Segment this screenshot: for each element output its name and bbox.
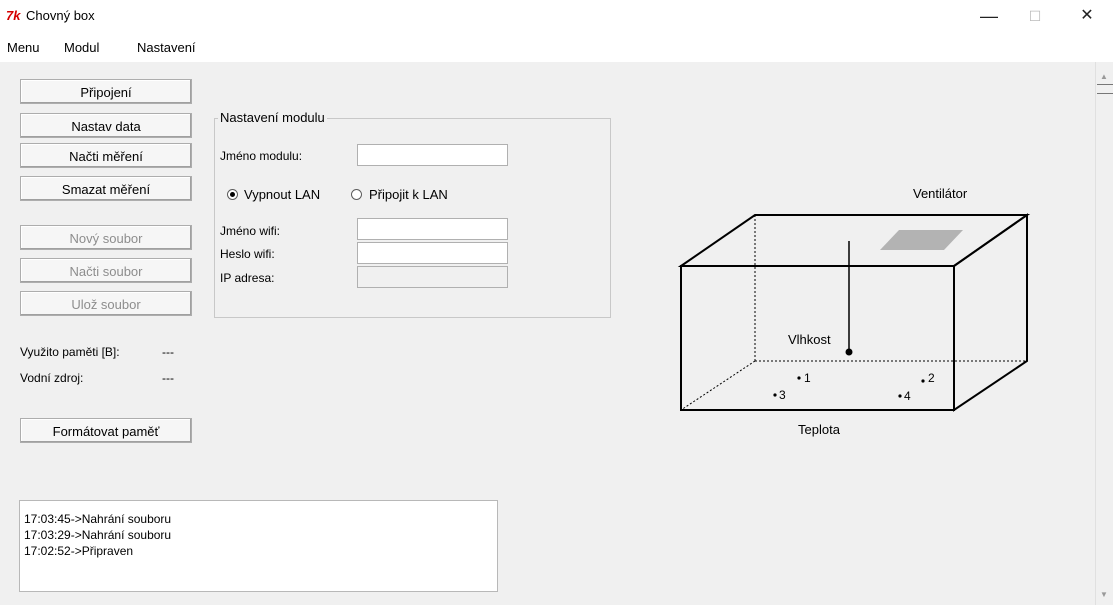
connect-button[interactable]: Připojení xyxy=(20,79,192,104)
water-source-label: Vodní zdroj: xyxy=(20,371,84,385)
scroll-down-icon[interactable]: ▼ xyxy=(1100,590,1108,599)
sensor-label-2: 2 xyxy=(928,371,935,385)
log-textbox[interactable]: 17:03:45->Nahrání souboru 17:03:29->Nahr… xyxy=(19,500,498,592)
humidity-label: Vlhkost xyxy=(788,332,831,347)
box-top-face xyxy=(677,214,1031,267)
fan-label: Ventilátor xyxy=(913,186,968,201)
box-right-face xyxy=(953,213,1028,412)
water-source-value: --- xyxy=(162,371,174,385)
new-file-button[interactable]: Nový soubor xyxy=(20,225,192,250)
log-line: 17:03:29->Nahrání souboru xyxy=(24,528,172,542)
delete-measurement-button[interactable]: Smazat měření xyxy=(20,176,192,201)
sensor-dot-4 xyxy=(898,394,902,398)
module-settings-title: Nastavení modulu xyxy=(218,110,327,125)
close-button[interactable]: ✕ xyxy=(1064,0,1110,32)
wifi-password-label: Heslo wifi: xyxy=(220,247,275,261)
load-file-button[interactable]: Načti soubor xyxy=(20,258,192,283)
load-measurement-button[interactable]: Načti měření xyxy=(20,143,192,168)
ip-address-field xyxy=(357,266,508,288)
radio-disable-lan-label: Vypnout LAN xyxy=(244,187,321,202)
fan-plate xyxy=(880,230,963,250)
box-diagram: 1 2 3 4 Ventilátor Vlhkost Teplota xyxy=(677,186,1031,437)
ip-address-label: IP adresa: xyxy=(220,271,275,285)
maximize-button[interactable]: ☐ xyxy=(1012,0,1058,32)
radio-disable-lan[interactable] xyxy=(227,189,238,200)
menu-nastaveni[interactable]: Nastavení xyxy=(137,40,196,55)
temperature-label: Teplota xyxy=(798,422,841,437)
scroll-up-icon[interactable]: ▲ xyxy=(1100,72,1108,81)
sensor-dot-3 xyxy=(773,393,777,397)
title-bar xyxy=(0,0,1113,32)
memory-label: Využito paměti [B]: xyxy=(20,345,120,359)
sensor-label-4: 4 xyxy=(904,389,911,403)
menu-menu[interactable]: Menu xyxy=(7,40,40,55)
wifi-name-input[interactable] xyxy=(357,218,508,240)
module-name-label: Jméno modulu: xyxy=(220,149,303,163)
radio-connect-lan-label: Připojit k LAN xyxy=(369,187,448,202)
vertical-scrollbar[interactable]: ▲ ▼ xyxy=(1095,62,1113,605)
sensor-dot-1 xyxy=(797,376,801,380)
radio-connect-lan[interactable] xyxy=(351,189,362,200)
scroll-thumb[interactable] xyxy=(1097,84,1113,94)
log-line: 17:02:52->Připraven xyxy=(24,544,134,558)
wifi-password-input[interactable] xyxy=(357,242,508,264)
format-memory-button[interactable]: Formátovat paměť xyxy=(20,418,192,443)
log-line: 17:03:45->Nahrání souboru xyxy=(24,512,172,526)
window-title: Chovný box xyxy=(26,8,95,23)
wifi-name-label: Jméno wifi: xyxy=(220,224,281,238)
set-data-button[interactable]: Nastav data xyxy=(20,113,192,138)
memory-value: --- xyxy=(162,345,174,359)
save-file-button[interactable]: Ulož soubor xyxy=(20,291,192,316)
sensor-label-1: 1 xyxy=(804,371,811,385)
humidity-sensor-dot xyxy=(845,348,853,356)
sensor-dot-2 xyxy=(921,379,925,383)
minimize-button[interactable]: — xyxy=(966,0,1012,32)
tk-feather-icon: 7k xyxy=(6,8,21,23)
sensor-label-3: 3 xyxy=(779,388,786,402)
module-name-input[interactable] xyxy=(357,144,508,166)
menu-modul[interactable]: Modul xyxy=(64,40,99,55)
hidden-edge-diagonal xyxy=(680,360,756,411)
